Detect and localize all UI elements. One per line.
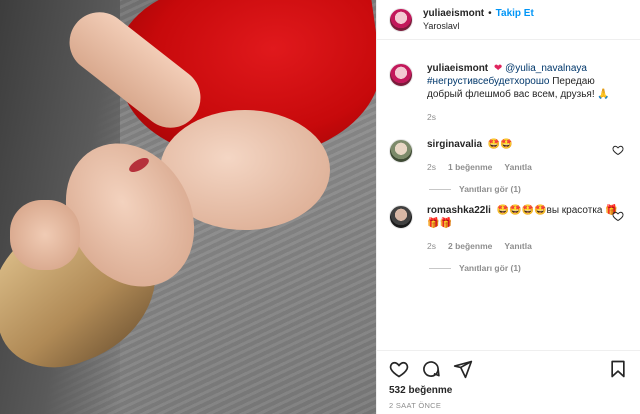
heart-outline-icon[interactable] [612,210,624,222]
comment-time[interactable]: 2s [427,161,436,174]
header-line: yuliaeismont • Takip Et [423,7,534,20]
post-side-panel: yuliaeismont • Takip Et Yaroslavl yuliae… [376,0,640,414]
comment-likes[interactable]: 1 beğenme [448,161,492,174]
post-location[interactable]: Yaroslavl [423,20,534,33]
comment-username[interactable]: romashka22li [427,205,491,216]
caption-hashtag[interactable]: #негрустивсебудетхорошо [427,76,549,87]
comments-list[interactable]: yuliaeismont ❤ @yulia_navalnaya #негруст… [377,52,640,350]
author-avatar[interactable] [389,7,413,32]
like-heart-icon[interactable] [389,359,409,379]
comment-likes[interactable]: 2 beğenme [448,240,492,253]
caption-time[interactable]: 2s [427,111,436,124]
share-paper-plane-icon[interactable] [453,359,473,379]
comment-time[interactable]: 2s [427,240,436,253]
author-username[interactable]: yuliaeismont [423,7,484,20]
comment-username[interactable]: sirginavalia [427,139,482,150]
caption-mention[interactable]: @yulia_navalnaya [505,63,587,74]
comment-body: sirginavalia 🤩🤩 2s 1 beğenme Yanıtla [427,138,628,174]
header-text: yuliaeismont • Takip Et Yaroslavl [423,7,534,33]
action-icons [389,357,628,381]
comment-bubble-icon[interactable] [421,359,441,379]
follow-button[interactable]: Takip Et [496,7,534,20]
reply-button[interactable]: Yanıtla [504,161,531,174]
view-replies-link[interactable]: Yanıtları gör (1) [429,184,628,194]
caption-body: yuliaeismont ❤ @yulia_navalnaya #негруст… [427,62,628,124]
view-replies-label: Yanıtları gör (1) [459,184,521,194]
comment-avatar[interactable] [389,205,413,229]
comment-item: sirginavalia 🤩🤩 2s 1 beğenme Yanıtla [389,138,628,174]
caption: yuliaeismont ❤ @yulia_navalnaya #негруст… [389,62,628,124]
reply-button[interactable]: Yanıtla [504,240,531,253]
pray-emoji: 🙏 [597,89,610,100]
post-actions: 532 beğenme 2 SAAT ÖNCE [377,350,640,414]
comment-body: romashka22li 🤩🤩🤩🤩вы красотка 🎁🎁🎁 2s 2 be… [427,204,628,253]
replies-line [429,267,451,269]
separator-dot: • [488,7,492,19]
red-heart-icon: ❤ [493,63,503,74]
caption-avatar[interactable] [389,63,413,87]
comment-item: romashka22li 🤩🤩🤩🤩вы красотка 🎁🎁🎁 2s 2 be… [389,204,628,253]
replies-line [429,188,451,190]
bookmark-icon[interactable] [608,359,628,379]
comment-avatar[interactable] [389,139,413,163]
post-timestamp[interactable]: 2 SAAT ÖNCE [389,401,628,410]
view-replies-label: Yanıtları gör (1) [459,263,521,273]
post-header: yuliaeismont • Takip Et Yaroslavl [377,0,640,40]
likes-count[interactable]: 532 beğenme [389,385,628,396]
heart-outline-icon[interactable] [612,144,624,156]
comment-meta: 2s 1 beğenme Yanıtla [427,161,628,174]
post-photo[interactable] [0,0,376,414]
caption-username[interactable]: yuliaeismont [427,63,488,74]
caption-meta: 2s [427,111,628,124]
comment-meta: 2s 2 beğenme Yanıtla [427,240,628,253]
instagram-post: yuliaeismont • Takip Et Yaroslavl yuliae… [0,0,640,414]
comment-text: 🤩🤩 [487,139,513,150]
photo-hand [10,200,80,270]
view-replies-link[interactable]: Yanıtları gör (1) [429,263,628,273]
